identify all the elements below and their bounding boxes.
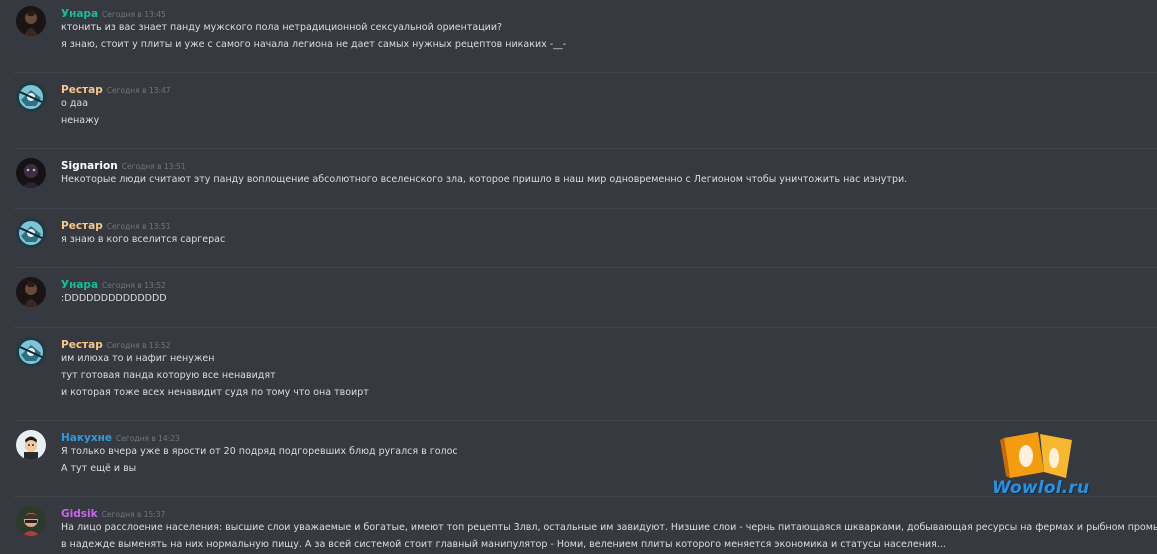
username[interactable]: Унара [61,8,98,20]
message-header: Унара Сегодня в 13:52 [61,276,166,293]
message-text: в надежде выменять на них нормальную пищ… [61,539,946,550]
message-text: я знаю в кого вселится саргерас [61,234,226,245]
message-header: Накухне Сегодня в 14:23 [61,429,180,446]
username[interactable]: Унара [61,279,98,291]
message-text: им илюха то и нафиг ненужен [61,353,215,364]
username[interactable]: Signarion [61,160,118,172]
message-header: Рестар Сегодня в 13:52 [61,336,171,353]
message-text: :DDDDDDDDDDDDDD [61,293,167,304]
timestamp: Сегодня в 13:51 [121,162,186,171]
message-text: ненажу [61,115,100,126]
message-header: Рестар Сегодня в 13:51 [61,217,171,234]
signarion-avatar[interactable] [16,158,46,188]
timestamp: Сегодня в 13:45 [102,10,166,19]
message-text: я знаю, стоит у плиты и уже с самого нач… [61,39,567,50]
message-text: о даа [61,98,89,109]
username[interactable]: Рестар [61,339,103,351]
message-header: Signarion Сегодня в 13:51 [61,157,186,174]
unara-avatar[interactable] [16,277,46,307]
username[interactable]: Gidsik [61,508,98,520]
timestamp: Сегодня в 14:23 [116,434,180,443]
message-header: Gidsik Сегодня в 15:37 [61,505,165,522]
message-text: Некоторые люди считают эту панду воплоще… [61,174,908,185]
message-text: и которая тоже всех ненавидит судя по то… [61,387,369,398]
message-text: Я только вчера уже в ярости от 20 подряд… [61,446,458,457]
username[interactable]: Рестар [61,84,103,96]
message-text: На лицо расслоение населения: высшие сло… [61,522,1157,533]
message-text: ктонить из вас знает панду мужского пола… [61,22,503,33]
message-text: А тут ещё и вы [61,463,137,474]
restar-avatar[interactable] [16,337,46,367]
message-header: Рестар Сегодня в 13:47 [61,81,171,98]
timestamp: Сегодня в 13:52 [102,281,166,290]
timestamp: Сегодня в 13:47 [106,86,171,95]
message-text: тут готовая панда которую все ненавидят [61,370,276,381]
username[interactable]: Рестар [61,220,103,232]
nakukhne-avatar[interactable] [16,430,46,460]
restar-avatar[interactable] [16,218,46,248]
message-header: Унара Сегодня в 13:45 [61,5,166,22]
gidsik-avatar[interactable] [16,506,46,536]
timestamp: Сегодня в 15:37 [101,510,166,519]
unara-avatar[interactable] [16,6,46,36]
watermark-text: Wowlol.ru [992,478,1090,498]
restar-avatar[interactable] [16,82,46,112]
timestamp: Сегодня в 13:52 [106,341,171,350]
chat-message-list[interactable]: Унара Сегодня в 13:45 ктонить из вас знает… [0,0,1157,554]
username[interactable]: Накухне [61,432,112,444]
timestamp: Сегодня в 13:51 [106,222,171,231]
